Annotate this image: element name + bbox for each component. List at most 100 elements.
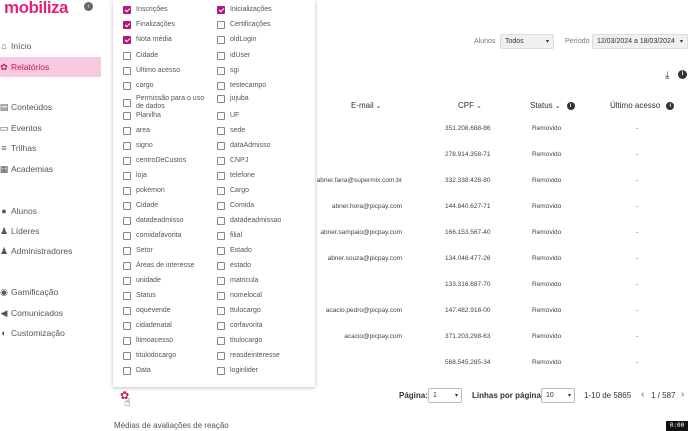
column-option-cargo[interactable]: Cargo: [217, 187, 305, 195]
column-option-ltimoacesso[interactable]: ltimoacesso: [123, 337, 211, 345]
checkbox-icon[interactable]: [217, 187, 225, 195]
table-row[interactable]: abner.souza@picpay.com 134.046.477-26 Remo…: [315, 253, 688, 279]
sidebar-item-trilhas[interactable]: ≡ Trilhas: [0, 138, 101, 158]
sidebar-item-administradores[interactable]: ♟ Administradores: [0, 241, 101, 261]
column-option-cargo[interactable]: cargo: [123, 82, 211, 90]
column-option-estado[interactable]: Estado: [217, 247, 305, 255]
column-option-testecampo[interactable]: testecampo: [217, 82, 305, 90]
page-select[interactable]: 1 ▾: [428, 388, 462, 403]
sidebar-item-comunicados[interactable]: ◀ Comunicados: [0, 303, 101, 323]
checkbox-checked-icon[interactable]: [217, 6, 225, 14]
checkbox-icon[interactable]: [123, 142, 131, 150]
column-header-email[interactable]: E-mail ⌄: [351, 101, 382, 110]
checkbox-icon[interactable]: [217, 157, 225, 165]
sidebar-item-alunos[interactable]: ● Alunos: [0, 201, 101, 221]
checkbox-icon[interactable]: [217, 217, 225, 225]
checkbox-icon[interactable]: [123, 202, 131, 210]
column-header-last-access[interactable]: Último acesso i: [610, 101, 675, 110]
table-row[interactable]: 351.208.688-86 Removido -: [315, 123, 688, 149]
column-option-datadeadmisso[interactable]: datadeadmisso: [123, 217, 211, 225]
column-option-centrodecustos[interactable]: centroDeCustos: [123, 157, 211, 165]
info-icon[interactable]: i: [678, 70, 687, 79]
info-icon[interactable]: i: [666, 101, 675, 110]
column-option-titulodocargo[interactable]: titulodocargo: [123, 352, 211, 360]
column-option-signo[interactable]: signo: [123, 142, 211, 150]
checkbox-icon[interactable]: [123, 217, 131, 225]
checkbox-icon[interactable]: [217, 277, 225, 285]
column-option-certifica-es[interactable]: Certificações: [217, 21, 305, 29]
checkbox-checked-icon[interactable]: [123, 36, 131, 44]
checkbox-checked-icon[interactable]: [123, 21, 131, 29]
collapse-sidebar-icon[interactable]: ‹: [84, 2, 93, 11]
table-row[interactable]: acacio@picpay.com 371.203.298-63 Removido -: [315, 331, 688, 357]
column-option-reasdeinteresse[interactable]: reasdeinteresse: [217, 352, 305, 360]
column-option-cnpj[interactable]: CNPJ: [217, 157, 305, 165]
sidebar-item-eventos[interactable]: ▭ Eventos: [0, 118, 101, 138]
column-option-titulocargo[interactable]: titulocargo: [217, 337, 305, 345]
checkbox-icon[interactable]: [217, 262, 225, 270]
sidebar-item-customiza-o[interactable]: ◐ Customização: [0, 323, 101, 343]
table-row[interactable]: abner.sampaio@picpay.com 166.153.567-40 Re…: [315, 227, 688, 253]
column-option-finaliza-es[interactable]: Finalizações: [123, 21, 211, 29]
column-option-oldlogin[interactable]: oldLogin: [217, 36, 305, 44]
checkbox-icon[interactable]: [123, 277, 131, 285]
column-option-sede[interactable]: sede: [217, 127, 305, 135]
sidebar-item-in-cio[interactable]: ⌂ Início: [0, 36, 101, 56]
checkbox-icon[interactable]: [123, 232, 131, 240]
checkbox-icon[interactable]: [123, 98, 131, 107]
column-option-pokemon[interactable]: pokemon: [123, 187, 211, 195]
checkbox-icon[interactable]: [217, 82, 225, 90]
next-page-icon[interactable]: ›: [681, 389, 684, 400]
checkbox-icon[interactable]: [123, 352, 131, 360]
table-row[interactable]: abner.faria@supermix.com.br 332.338.428-8…: [315, 175, 688, 201]
column-option-nomelocal[interactable]: nomelocal: [217, 292, 305, 300]
column-option-planilha[interactable]: Planilha: [123, 112, 211, 120]
checkbox-icon[interactable]: [217, 172, 225, 180]
column-option-estado[interactable]: estado: [217, 262, 305, 270]
column-option-permiss-o-para-o-uso-de-dados[interactable]: Permissão para o uso de dados: [123, 95, 211, 110]
previous-page-icon[interactable]: ‹: [641, 389, 644, 400]
checkbox-icon[interactable]: [217, 337, 225, 345]
periodo-filter-select[interactable]: 12/03/2024 a 18/03/2024 ▾: [592, 34, 688, 49]
checkbox-icon[interactable]: [217, 127, 225, 135]
sidebar-item-academias[interactable]: ▦ Academias: [0, 159, 101, 179]
checkbox-icon[interactable]: [123, 172, 131, 180]
checkbox-icon[interactable]: [123, 82, 131, 90]
alunos-filter-select[interactable]: Todos ▾: [500, 34, 554, 49]
checkbox-icon[interactable]: [123, 127, 131, 135]
checkbox-icon[interactable]: [123, 157, 131, 165]
column-option-telefone[interactable]: telefone: [217, 172, 305, 180]
checkbox-icon[interactable]: [123, 187, 131, 195]
sidebar-item-relat-rios[interactable]: ✿ Relatórios: [0, 57, 101, 77]
column-option-cidadenatal[interactable]: cidadenatal: [123, 322, 211, 330]
checkbox-icon[interactable]: [217, 95, 225, 103]
info-icon[interactable]: i: [566, 101, 575, 110]
column-option-comida[interactable]: Comida: [217, 202, 305, 210]
column-option-filial[interactable]: filial: [217, 232, 305, 240]
column-option-cidade[interactable]: Cidade: [123, 202, 211, 210]
column-option-area[interactable]: area: [123, 127, 211, 135]
brand-logo[interactable]: mobiliza: [4, 0, 69, 18]
column-option-datadeadmissao[interactable]: datadeadmissao: [217, 217, 305, 225]
checkbox-icon[interactable]: [217, 52, 225, 60]
column-option-cidade[interactable]: Cidade: [123, 52, 211, 60]
checkbox-icon[interactable]: [217, 202, 225, 210]
column-option-nota-m-dia[interactable]: Nota média: [123, 36, 211, 44]
checkbox-icon[interactable]: [123, 67, 131, 75]
column-option-setor[interactable]: Setor: [123, 247, 211, 255]
table-row[interactable]: 568.545.285-34 Removido -: [315, 357, 688, 383]
checkbox-icon[interactable]: [217, 292, 225, 300]
table-row[interactable]: 278.914.358-71 Removido -: [315, 149, 688, 175]
checkbox-icon[interactable]: [123, 112, 131, 120]
checkbox-icon[interactable]: [123, 307, 131, 315]
checkbox-checked-icon[interactable]: [123, 6, 131, 14]
column-option-sgi[interactable]: sgi: [217, 67, 305, 75]
column-option-data[interactable]: Data: [123, 367, 211, 375]
column-option-ttulocargo[interactable]: ttulocargo: [217, 307, 305, 315]
column-option-loja[interactable]: loja: [123, 172, 211, 180]
checkbox-icon[interactable]: [217, 67, 225, 75]
checkbox-icon[interactable]: [217, 112, 225, 120]
column-header-cpf[interactable]: CPF ⌄: [458, 101, 482, 110]
column-option-matricula[interactable]: matricula: [217, 277, 305, 285]
checkbox-icon[interactable]: [217, 142, 225, 150]
